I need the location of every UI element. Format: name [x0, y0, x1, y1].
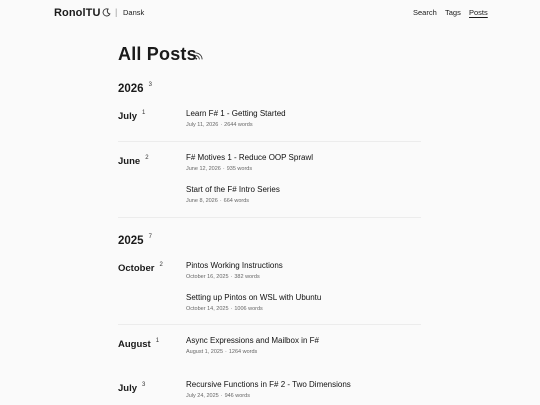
month-count: 2 — [145, 155, 149, 161]
year-label: 2026 — [118, 83, 144, 95]
meta-separator: · — [220, 393, 223, 399]
post-link[interactable]: Async Expressions and Mailbox in F# — [186, 336, 319, 345]
nav-tags[interactable]: Tags — [445, 8, 461, 17]
month-count: 3 — [142, 382, 146, 388]
month-label: July — [118, 383, 138, 394]
month-label: August — [118, 339, 151, 350]
divider — [118, 141, 421, 142]
month-label: June — [118, 156, 141, 167]
post-date: October 16, 2025 — [186, 274, 229, 280]
meta-separator: · — [219, 198, 222, 204]
month-heading: June 2 — [118, 155, 149, 167]
header-separator: | — [115, 7, 118, 17]
nav-posts[interactable]: Posts — [469, 8, 488, 17]
post-word-count: 2644 words — [224, 122, 253, 128]
month-heading: July 1 — [118, 110, 146, 122]
site-header: RonolTU | Dansk Search Tags Posts — [0, 0, 540, 26]
post-word-count: 1006 words — [234, 306, 263, 312]
post-meta: October 14, 2025 · 1006 words — [186, 306, 263, 312]
year-count: 3 — [148, 82, 152, 88]
meta-separator: · — [222, 166, 225, 172]
month-count: 2 — [159, 262, 163, 268]
meta-separator: · — [230, 306, 233, 312]
month-count: 1 — [155, 338, 160, 344]
post-word-count: 664 words — [223, 198, 250, 204]
meta-separator: · — [230, 274, 233, 280]
meta-separator: · — [220, 122, 223, 128]
page-title: All Posts — [118, 44, 197, 64]
post-link[interactable]: Pintos Working Instructions — [186, 261, 283, 270]
moon-icon[interactable] — [102, 8, 111, 17]
post-word-count: 1264 words — [228, 349, 258, 355]
post-link[interactable]: F# Motives 1 - Reduce OOP Sprawl — [186, 153, 313, 162]
year-count: 7 — [148, 234, 152, 240]
post-link[interactable]: Recursive Functions in F# 2 - Two Dimens… — [186, 380, 351, 389]
post-date: July 24, 2025 — [186, 393, 219, 399]
month-label: October — [118, 263, 155, 274]
rss-icon[interactable] — [195, 52, 203, 60]
post-word-count: 946 words — [224, 393, 250, 399]
month-heading: August 1 — [118, 338, 160, 350]
month-label: July — [118, 111, 138, 122]
post-link[interactable]: Learn F# 1 - Getting Started — [186, 109, 286, 118]
post-meta: October 16, 2025 · 382 words — [186, 274, 260, 280]
post-word-count: 935 words — [226, 166, 253, 172]
post-date: October 14, 2025 — [186, 306, 229, 312]
post-date: August 1, 2025 — [186, 349, 224, 355]
site-brand[interactable]: RonolTU — [54, 7, 101, 19]
post-date: June 8, 2026 — [186, 198, 218, 204]
post-meta: August 1, 2025 · 1264 words — [186, 349, 257, 355]
post-date: July 11, 2026 — [186, 122, 219, 128]
post-meta: July 24, 2025 · 946 words — [186, 393, 250, 399]
divider — [118, 217, 421, 218]
divider — [118, 324, 421, 325]
post-meta: June 8, 2026 · 664 words — [186, 198, 249, 204]
month-heading: July 3 — [118, 382, 146, 394]
post-date: June 12, 2026 — [186, 166, 221, 172]
year-heading: 2025 7 — [118, 234, 152, 247]
post-word-count: 382 words — [234, 274, 260, 280]
post-meta: June 12, 2026 · 935 words — [186, 166, 252, 172]
post-link[interactable]: Setting up Pintos on WSL with Ubuntu — [186, 293, 321, 302]
year-label: 2025 — [118, 235, 144, 247]
post-link[interactable]: Start of the F# Intro Series — [186, 185, 280, 194]
month-count: 1 — [142, 110, 146, 116]
meta-separator: · — [225, 349, 227, 355]
year-heading: 2026 3 — [118, 82, 152, 95]
post-meta: July 11, 2026 · 2644 words — [186, 122, 253, 128]
month-heading: October 2 — [118, 262, 163, 274]
nav-search[interactable]: Search — [413, 8, 437, 17]
language-link[interactable]: Dansk — [123, 8, 144, 17]
